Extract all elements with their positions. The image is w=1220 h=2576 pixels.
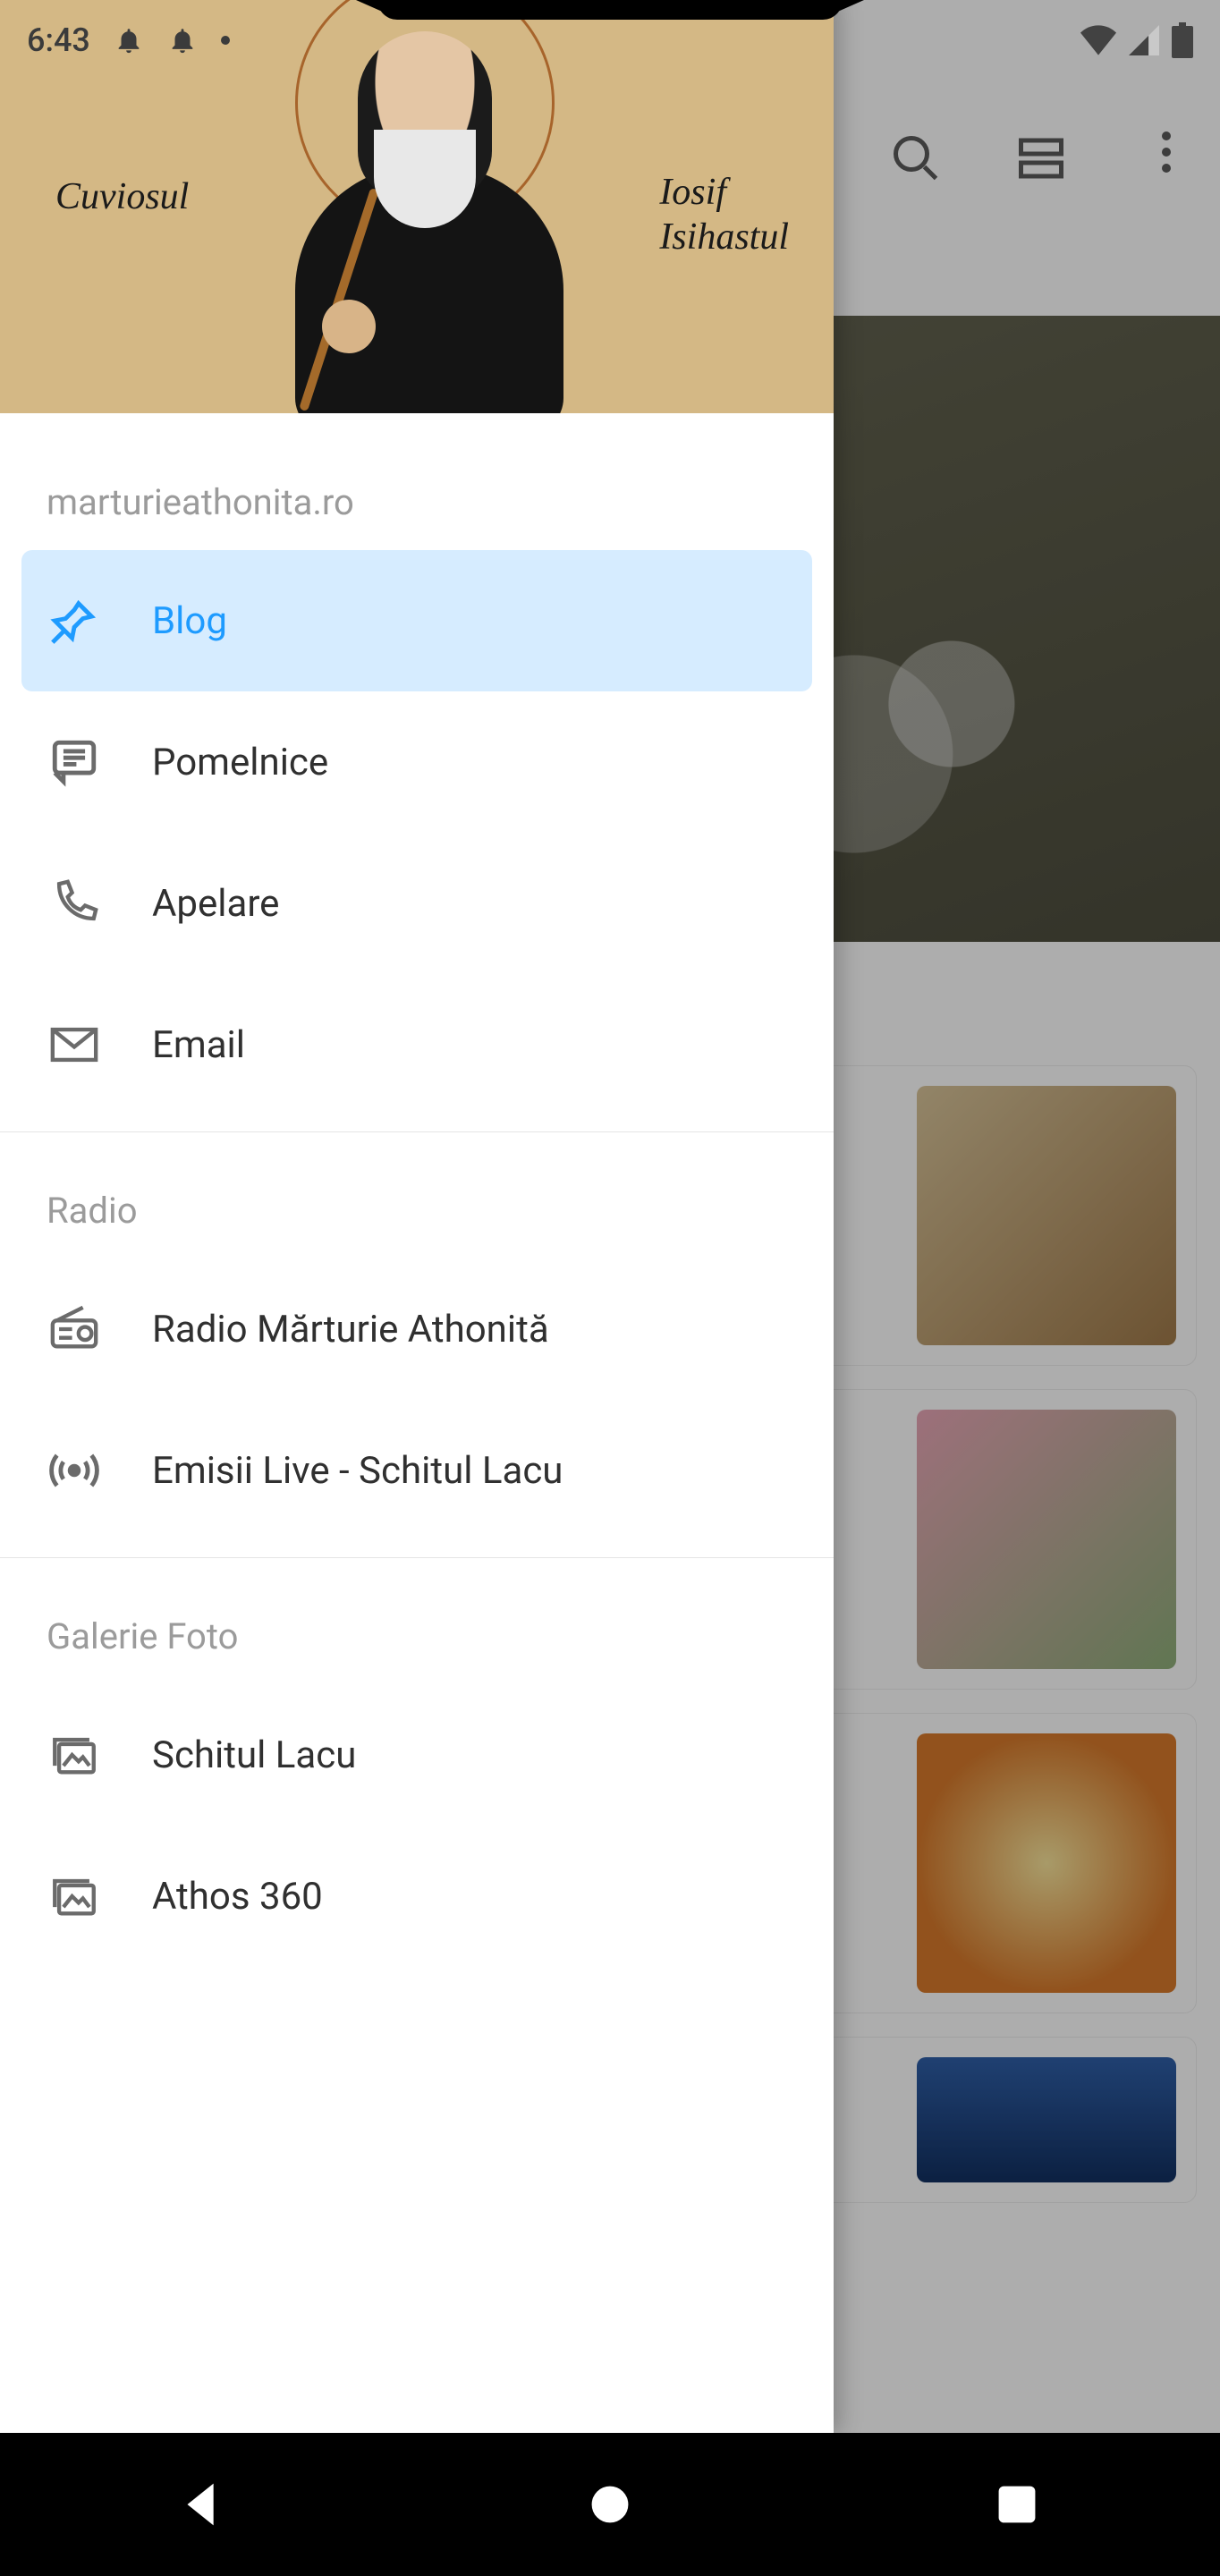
gallery-icon: [48, 1729, 100, 1781]
nav-item-apelare[interactable]: Apelare: [21, 833, 812, 974]
nav-item-label: Email: [152, 1023, 245, 1067]
broadcast-icon: [48, 1445, 100, 1496]
phone-icon: [48, 877, 100, 929]
navigation-drawer: Cuviosul Iosif Isihastul marturieathonit…: [0, 0, 834, 2433]
header-name-right-line2: Isihastul: [659, 216, 789, 258]
nav-item-label: Athos 360: [152, 1875, 323, 1919]
mail-icon: [48, 1019, 100, 1071]
pin-icon: [48, 595, 100, 647]
section-title-radio: Radio: [0, 1148, 834, 1258]
section-title-gallery: Galerie Foto: [0, 1574, 834, 1684]
comment-icon: [48, 736, 100, 788]
divider: [0, 1131, 834, 1132]
device-notch: [377, 0, 843, 20]
nav-item-blog[interactable]: Blog: [21, 550, 812, 691]
header-name-right-line1: Iosif: [659, 172, 726, 213]
radio-icon: [48, 1303, 100, 1355]
system-home-button[interactable]: [579, 2473, 641, 2536]
system-back-button[interactable]: [172, 2473, 234, 2536]
system-navigation-bar: [0, 2433, 1220, 2576]
gallery-icon: [48, 1870, 100, 1922]
wifi-icon: [1080, 25, 1116, 55]
nav-item-label: Pomelnice: [152, 741, 328, 784]
nav-item-label: Schitul Lacu: [152, 1733, 356, 1777]
status-time: 6:43: [27, 21, 90, 59]
header-name-right: Iosif Isihastul: [659, 170, 789, 260]
nav-item-label: Apelare: [152, 882, 279, 926]
system-recents-button[interactable]: [986, 2473, 1048, 2536]
nav-item-pomelnice[interactable]: Pomelnice: [21, 691, 812, 833]
header-name-left: Cuviosul: [55, 175, 189, 218]
nav-item-emisii-live[interactable]: Emisii Live - Schitul Lacu: [21, 1400, 812, 1541]
nav-item-label: Emisii Live - Schitul Lacu: [152, 1449, 563, 1493]
nav-item-label: Radio Mărturie Athonită: [152, 1308, 549, 1352]
battery-icon: [1172, 22, 1193, 58]
drawer-body: marturieathonita.ro Blog Pomelnice Apela…: [0, 413, 834, 2433]
nav-item-gallery-schitul[interactable]: Schitul Lacu: [21, 1684, 812, 1826]
notification-bell-icon: [167, 25, 198, 55]
site-title: marturieathonita.ro: [0, 440, 834, 550]
divider: [0, 1557, 834, 1558]
nav-item-radio-marturie[interactable]: Radio Mărturie Athonită: [21, 1258, 812, 1400]
cellular-icon: [1129, 25, 1159, 55]
nav-item-label: Blog: [152, 599, 227, 643]
notification-dot-icon: [221, 36, 230, 45]
notification-bell-icon: [114, 25, 144, 55]
nav-item-gallery-athos360[interactable]: Athos 360: [21, 1826, 812, 1967]
nav-item-email[interactable]: Email: [21, 974, 812, 1115]
